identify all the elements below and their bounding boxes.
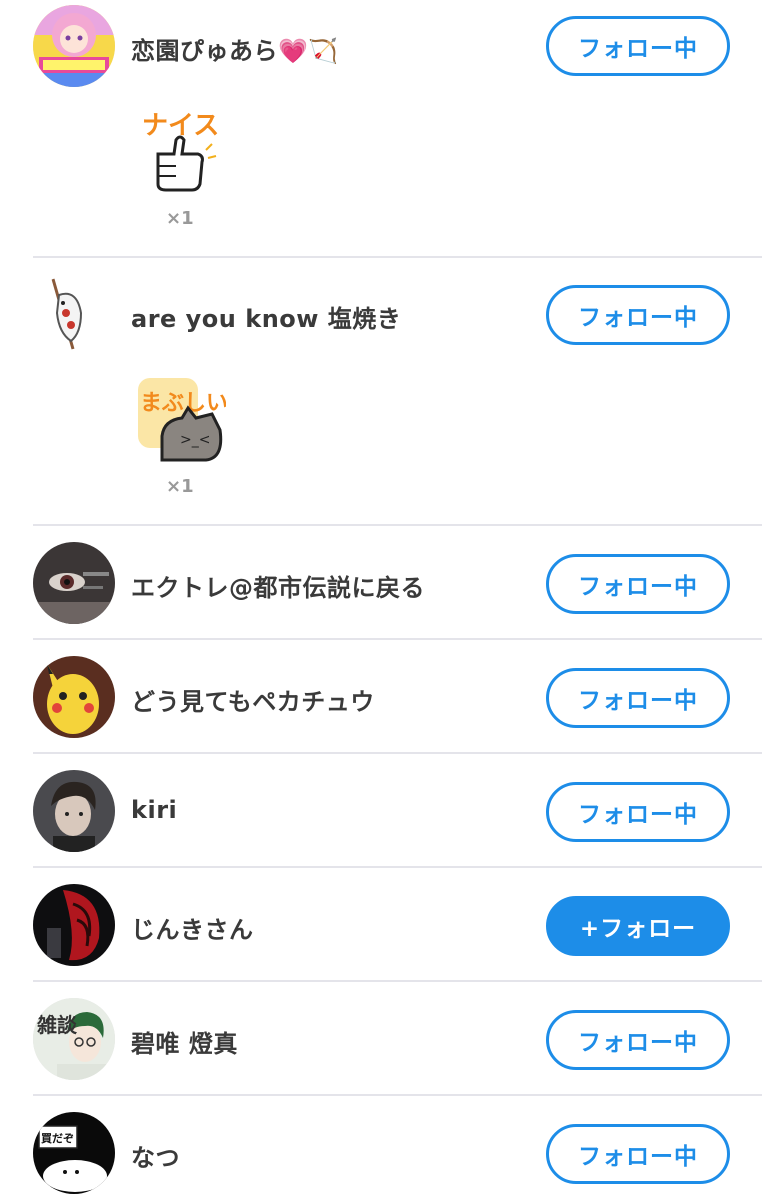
grilled-fish-on-stick-avatar: [33, 273, 115, 355]
username[interactable]: are you know 塩焼き: [131, 299, 401, 334]
username[interactable]: 碧唯 燈真: [131, 1024, 238, 1059]
avatar[interactable]: [33, 542, 115, 624]
following-button[interactable]: フォロー中: [546, 16, 730, 76]
avatar[interactable]: [33, 5, 115, 87]
username[interactable]: kiri: [131, 796, 177, 824]
username[interactable]: 恋園ぴゅあら💗🏹: [131, 31, 339, 66]
dark-eye-closeup-avatar: [33, 542, 115, 624]
avatar[interactable]: [33, 884, 115, 966]
avatar[interactable]: [33, 273, 115, 355]
svg-text:>_<: >_<: [180, 432, 210, 448]
following-button[interactable]: フォロー中: [546, 1010, 730, 1070]
list-item: エクトレ@都市伝説に戻る フォロー中: [0, 526, 762, 640]
username[interactable]: じんきさん: [131, 910, 254, 945]
username[interactable]: どう見てもペカチュウ: [131, 682, 375, 717]
list-item: 恋園ぴゅあら💗🏹 フォロー中 ナイス ×1: [0, 0, 762, 258]
reaction: まぶしい >_< ×1: [136, 374, 226, 497]
avatar-text: 雑談: [36, 1013, 78, 1037]
following-button[interactable]: フォロー中: [546, 782, 730, 842]
dark-haired-man-avatar: [33, 770, 115, 852]
avatar-text: 買だぞ: [41, 1132, 74, 1145]
list-item: kiri フォロー中: [0, 754, 762, 868]
reaction: ナイス ×1: [136, 104, 226, 229]
white-seal-sign-avatar: 買だぞ: [33, 1112, 115, 1194]
following-button[interactable]: フォロー中: [546, 554, 730, 614]
username[interactable]: なつ: [131, 1138, 180, 1173]
avatar[interactable]: [33, 770, 115, 852]
sticker-label: まぶしい: [140, 391, 226, 416]
following-button[interactable]: フォロー中: [546, 285, 730, 345]
anime-girl-pink-hair-avatar: [33, 5, 115, 87]
reaction-count: ×1: [166, 208, 194, 229]
list-item: どう見てもペカチュウ フォロー中: [0, 640, 762, 754]
list-item: 買だぞ なつ フォロー中: [0, 1096, 762, 1199]
avatar[interactable]: 買だぞ: [33, 1112, 115, 1194]
yellow-pikachu-avatar: [33, 656, 115, 738]
following-button[interactable]: フォロー中: [546, 668, 730, 728]
follow-button[interactable]: +フォロー: [546, 896, 730, 956]
thumbs-up-sticker: ナイス: [136, 104, 226, 192]
list-item: 雑談 碧唯 燈真 フォロー中: [0, 982, 762, 1096]
squinting-cat-sticker: まぶしい >_<: [136, 374, 226, 462]
avatar[interactable]: 雑談: [33, 998, 115, 1080]
reaction-count: ×1: [166, 476, 194, 497]
following-button[interactable]: フォロー中: [546, 1124, 730, 1184]
list-item: are you know 塩焼き フォロー中 まぶしい >_< ×1: [0, 258, 762, 526]
green-haired-boy-zatsudan-avatar: 雑談: [33, 998, 115, 1080]
avatar[interactable]: [33, 656, 115, 738]
red-mechanical-avatar: [33, 884, 115, 966]
username[interactable]: エクトレ@都市伝説に戻る: [131, 568, 425, 603]
list-item: じんきさん +フォロー: [0, 868, 762, 982]
